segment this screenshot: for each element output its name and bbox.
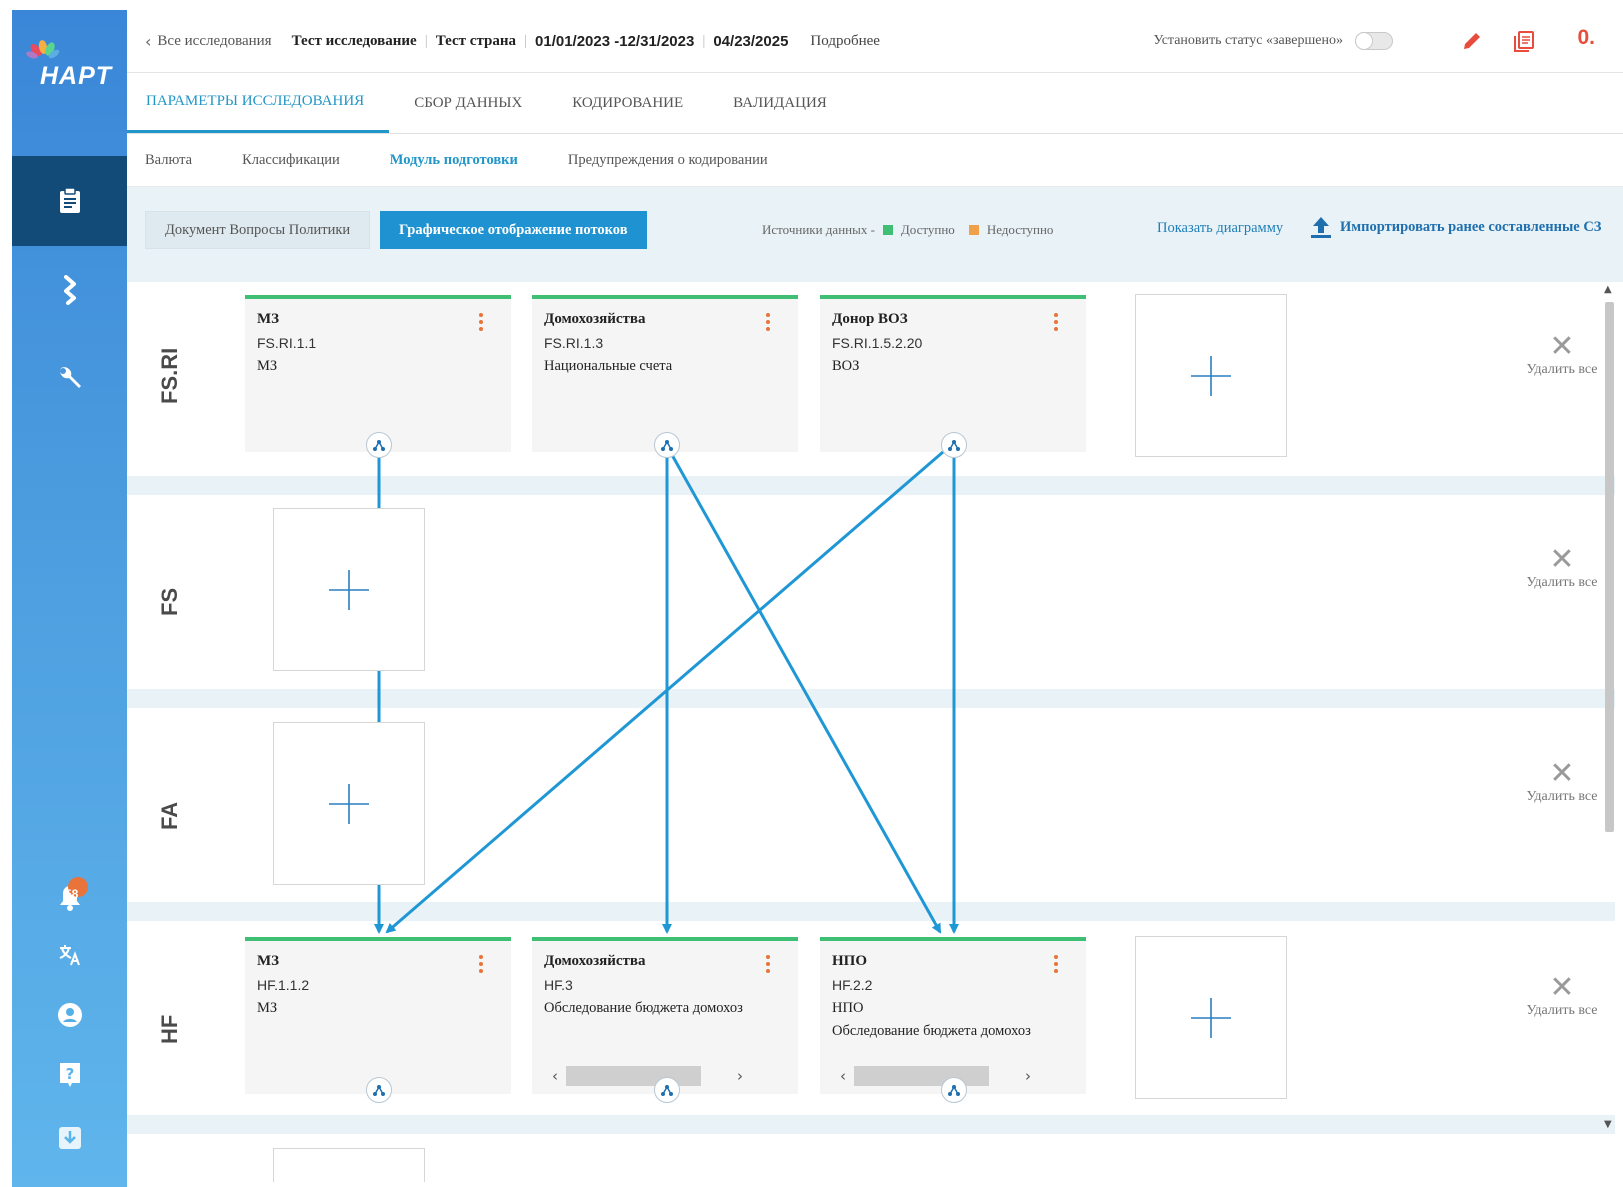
- scroll-up-icon[interactable]: ▲: [1604, 284, 1612, 295]
- sidebar-item-tools[interactable]: [12, 348, 127, 408]
- upload-icon: [1311, 217, 1331, 238]
- vertical-scrollbar[interactable]: ▲ ▼: [1603, 282, 1615, 1182]
- study-country: Тест страна: [435, 32, 516, 49]
- connector-node-icon[interactable]: [366, 432, 392, 458]
- tab-validation[interactable]: ВАЛИДАЦИЯ: [708, 73, 852, 133]
- flow-diagram: FS.RI FS FA HF МЗ FS.RI.1.1 МЗ Домохозяй…: [127, 282, 1615, 1182]
- available-swatch: [882, 225, 893, 235]
- status-control: Установить статус «завершено»: [1153, 32, 1393, 50]
- tab-data-collection[interactable]: СБОР ДАННЫХ: [389, 73, 547, 133]
- connector-node-icon[interactable]: [366, 1077, 392, 1103]
- sub-tabs: Валюта Классификации Модуль подготовки П…: [127, 134, 1623, 187]
- complete-status-toggle[interactable]: [1355, 32, 1393, 50]
- divider: |: [702, 32, 706, 49]
- delete-all-label: Удалить все: [1526, 1003, 1598, 1018]
- legend-unavailable: Недоступно: [986, 222, 1054, 237]
- flow-graph-tab[interactable]: Графическое отображение потоков: [380, 211, 647, 249]
- tab-study-parameters[interactable]: ПАРАМЕТРЫ ИССЛЕДОВАНИЯ: [127, 73, 390, 133]
- flow-arrow: [665, 445, 942, 934]
- report-icon[interactable]: [1513, 30, 1535, 52]
- chevron-left-icon: ‹: [145, 31, 152, 51]
- notification-badge: 58: [65, 887, 79, 901]
- status-label: Установить статус «завершено»: [1153, 33, 1343, 48]
- delete-all-label: Удалить все: [1526, 789, 1598, 804]
- main-tabs: ПАРАМЕТРЫ ИССЛЕДОВАНИЯ СБОР ДАННЫХ КОДИР…: [127, 73, 1623, 134]
- svg-text:?: ?: [65, 1065, 74, 1083]
- policy-questions-document-tab[interactable]: Документ Вопросы Политики: [145, 211, 371, 249]
- subtab-classifications[interactable]: Классификации: [242, 152, 340, 169]
- sidebar-item-download[interactable]: [12, 1118, 127, 1158]
- delete-all-fsri-button[interactable]: ✕ Удалить все: [1517, 332, 1607, 378]
- unavailable-swatch: [968, 225, 979, 235]
- edit-pencil-icon[interactable]: [1461, 30, 1483, 52]
- subtab-currency[interactable]: Валюта: [145, 152, 192, 169]
- logo-flower-icon: [26, 40, 60, 59]
- connector-node-icon[interactable]: [654, 1077, 680, 1103]
- divider: |: [424, 32, 428, 49]
- close-icon: ✕: [1549, 542, 1575, 577]
- close-icon: ✕: [1549, 329, 1575, 364]
- header-bar: ‹ Все исследования Тест исследование | Т…: [127, 10, 1623, 73]
- logo[interactable]: HAPT: [12, 10, 127, 160]
- sidebar-item-language[interactable]: [12, 935, 127, 975]
- import-label: Импортировать ранее составленные СЗ: [1340, 218, 1602, 235]
- scroll-down-icon[interactable]: ▼: [1604, 1119, 1612, 1130]
- delete-all-label: Удалить все: [1526, 575, 1598, 590]
- study-date: 04/23/2025: [713, 32, 789, 50]
- clipboard-icon: [59, 188, 80, 213]
- scroll-thumb[interactable]: [1605, 302, 1614, 832]
- delete-all-fa-button[interactable]: ✕ Удалить все: [1517, 759, 1607, 805]
- sidebar-item-flows[interactable]: [12, 260, 127, 320]
- back-label: Все исследования: [157, 32, 272, 49]
- flow-icon: [63, 275, 76, 305]
- study-name: Тест исследование: [291, 32, 417, 49]
- download-icon: [58, 1127, 81, 1149]
- flow-arrow: [385, 450, 944, 934]
- connector-node-icon[interactable]: [941, 1077, 967, 1103]
- close-icon: ✕: [1549, 970, 1575, 1005]
- legend-prefix: Источники данных -: [762, 222, 875, 237]
- sidebar: HAPT 58 ?: [12, 10, 127, 1187]
- wrench-icon: [59, 367, 81, 388]
- import-button[interactable]: Импортировать ранее составленные СЗ: [1310, 215, 1601, 239]
- subtab-coding-warnings[interactable]: Предупреждения о кодировании: [568, 152, 768, 169]
- flow-arrows: [374, 445, 959, 934]
- connector-node-icon[interactable]: [941, 432, 967, 458]
- sidebar-item-profile[interactable]: [12, 995, 127, 1035]
- help-icon: ?: [59, 1063, 80, 1087]
- legend-available: Доступно: [900, 222, 955, 237]
- delete-all-label: Удалить все: [1526, 362, 1598, 377]
- subtab-preparation-module[interactable]: Модуль подготовки: [390, 152, 518, 169]
- back-to-studies-link[interactable]: ‹ Все исследования: [145, 32, 272, 51]
- delete-all-fs-button[interactable]: ✕ Удалить все: [1517, 545, 1607, 591]
- details-link[interactable]: Подробнее: [810, 33, 880, 50]
- study-period: 01/01/2023 -12/31/2023: [535, 32, 695, 50]
- user-icon: [57, 1003, 82, 1027]
- translate-icon: [59, 945, 80, 966]
- sidebar-item-notifications[interactable]: 58: [12, 870, 127, 920]
- data-sources-legend: Источники данных - Доступно Недоступно: [762, 222, 1053, 238]
- sidebar-item-help[interactable]: ?: [12, 1055, 127, 1095]
- header-counter: 0.: [1577, 26, 1595, 49]
- delete-all-hf-button[interactable]: ✕ Удалить все: [1517, 973, 1607, 1019]
- show-diagram-link[interactable]: Показать диаграмму: [1157, 220, 1283, 237]
- tab-coding[interactable]: КОДИРОВАНИЕ: [547, 73, 708, 133]
- divider: |: [524, 32, 528, 49]
- logo-text: HAPT: [40, 62, 113, 90]
- connector-node-icon[interactable]: [654, 432, 680, 458]
- sidebar-item-studies[interactable]: [12, 156, 127, 246]
- diagram-toolbar: Документ Вопросы Политики Графическое от…: [127, 187, 1623, 282]
- close-icon: ✕: [1549, 756, 1575, 791]
